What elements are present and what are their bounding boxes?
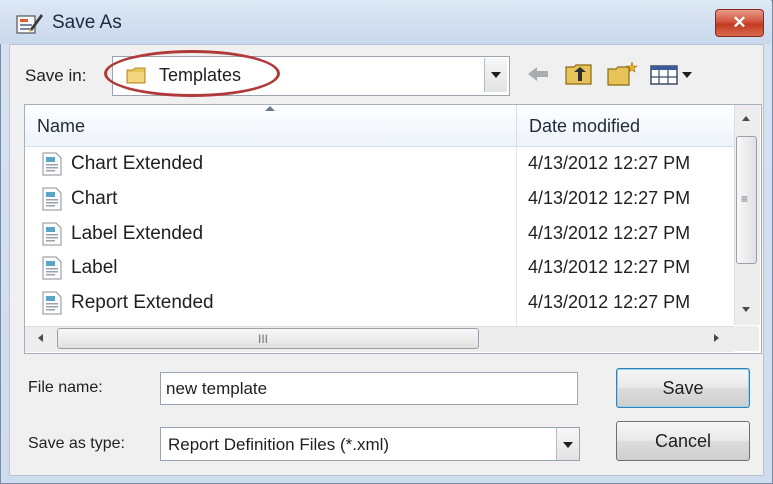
chevron-down-icon <box>491 72 501 78</box>
file-date: 4/13/2012 12:27 PM <box>528 292 691 312</box>
scroll-right-icon[interactable] <box>714 334 719 342</box>
file-name: Chart Extended <box>71 153 204 174</box>
file-name: Report Extended <box>71 292 214 313</box>
column-separator[interactable] <box>516 105 517 146</box>
view-menu-icon[interactable] <box>648 60 698 88</box>
list-header: Name Date modified <box>25 105 734 147</box>
up-folder-icon[interactable] <box>563 60 595 88</box>
scroll-down-icon[interactable] <box>742 307 750 312</box>
list-item[interactable]: Label Extended 4/13/2012 12:27 PM <box>25 217 734 251</box>
file-name: Label <box>71 257 118 278</box>
save-as-type-value: Report Definition Files (*.xml) <box>168 435 390 454</box>
highlight-annotation <box>104 50 280 97</box>
save-in-dropdown-button[interactable] <box>484 58 507 92</box>
window-title: Save As <box>52 12 122 33</box>
sort-ascending-icon <box>265 106 275 111</box>
file-icon <box>42 291 62 315</box>
file-name: Label Extended <box>71 223 204 244</box>
save-in-label: Save in: <box>25 66 87 85</box>
back-arrow-icon[interactable] <box>524 60 552 88</box>
file-icon <box>42 152 62 176</box>
column-header-name[interactable]: Name <box>37 116 85 137</box>
file-name-label: File name: <box>28 379 103 396</box>
file-icon <box>42 256 62 280</box>
file-icon <box>42 187 62 211</box>
save-as-type-dropdown-button[interactable] <box>556 428 579 460</box>
scroll-left-icon[interactable] <box>38 334 43 342</box>
scroll-grip-icon: ≡ <box>741 192 749 206</box>
column-header-date-modified[interactable]: Date modified <box>529 116 640 137</box>
file-date: 4/13/2012 12:27 PM <box>528 257 691 277</box>
save-as-type-label: Save as type: <box>28 435 125 452</box>
list-item[interactable]: Chart Extended 4/13/2012 12:27 PM <box>25 147 734 181</box>
file-date: 4/13/2012 12:27 PM <box>528 153 691 173</box>
close-button[interactable]: ✕ <box>715 9 764 37</box>
file-name-input[interactable] <box>160 372 578 405</box>
file-icon <box>42 222 62 246</box>
list-item[interactable]: Label 4/13/2012 12:27 PM <box>25 251 734 285</box>
scroll-up-icon[interactable] <box>742 116 750 121</box>
cancel-button[interactable]: Cancel <box>616 421 750 461</box>
scroll-corner <box>734 326 759 351</box>
file-name: Chart <box>71 188 118 209</box>
list-item[interactable]: Report Extended 4/13/2012 12:27 PM <box>25 286 734 320</box>
title-bar[interactable]: Save As <box>0 0 771 44</box>
scroll-grip-icon: III <box>258 332 269 346</box>
app-icon <box>16 14 43 34</box>
file-date: 4/13/2012 12:27 PM <box>528 188 691 208</box>
chevron-down-icon <box>563 442 573 448</box>
list-item[interactable]: Chart 4/13/2012 12:27 PM <box>25 182 734 216</box>
file-date: 4/13/2012 12:27 PM <box>528 223 691 243</box>
new-folder-icon[interactable] <box>605 60 639 88</box>
save-button[interactable]: Save <box>616 368 750 408</box>
